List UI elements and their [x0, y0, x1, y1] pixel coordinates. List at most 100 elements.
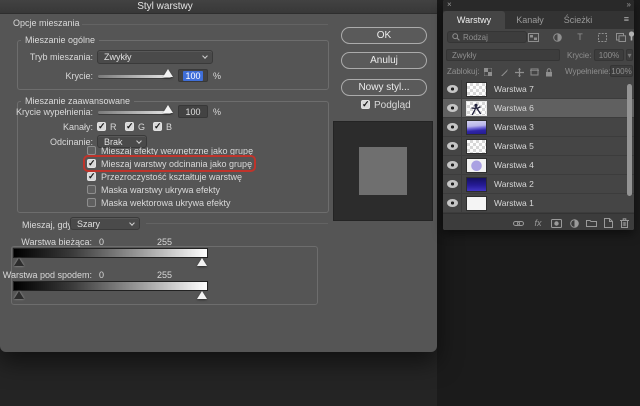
cancel-button[interactable]: Anuluj [341, 52, 427, 69]
layer-thumbnail[interactable] [466, 139, 487, 154]
blend-option-row[interactable]: Mieszaj warstwy odcinania jako grupę [85, 157, 254, 170]
layer-thumbnail[interactable] [466, 158, 487, 173]
underlying-layer-max: 255 [157, 270, 172, 280]
blend-option-row[interactable]: Maska wektorowa ukrywa efekty [85, 196, 233, 209]
panel-menu-icon[interactable]: ≡ [624, 14, 629, 24]
chevron-down-icon [202, 53, 208, 59]
chevron-down-icon [136, 138, 142, 144]
layer-visibility-toggle[interactable] [443, 175, 462, 193]
fill-opacity-slider-track[interactable] [98, 111, 171, 114]
layer-visibility-toggle[interactable] [443, 137, 462, 155]
blend-mode-select[interactable]: Zwykły [97, 50, 213, 64]
option-label: Przezroczystość kształtuje warstwę [101, 172, 242, 182]
opacity-slider-thumb[interactable] [163, 69, 173, 77]
fill-opacity-slider-thumb[interactable] [163, 105, 173, 113]
layer-row[interactable]: Warstwa 6 [443, 99, 634, 118]
filter-pixel-layers-icon[interactable] [527, 31, 539, 43]
new-layer-icon[interactable] [601, 217, 615, 229]
panel-fill-value-box[interactable]: 100% [610, 65, 633, 77]
panel-opacity-stepper[interactable]: ▾ [626, 49, 633, 61]
fill-opacity-value-field[interactable]: 100 [178, 105, 208, 118]
opacity-value-field[interactable]: 100 [178, 69, 208, 82]
search-icon [452, 33, 460, 41]
blend-mode-row: Zwykły Krycie: 100% ▾ [443, 48, 634, 64]
layer-thumbnail[interactable] [466, 177, 487, 192]
layer-visibility-toggle[interactable] [443, 118, 462, 136]
option-checkbox[interactable] [87, 146, 96, 155]
blend-option-row[interactable]: Przezroczystość kształtuje warstwę [85, 170, 244, 183]
channel-b-checkbox[interactable] [153, 122, 162, 131]
panel-opacity-value-box[interactable]: 100% [594, 49, 624, 61]
layer-row[interactable]: Warstwa 3 [443, 118, 634, 137]
layers-scrollbar[interactable] [627, 84, 632, 196]
layer-row[interactable]: Warstwa 7 [443, 80, 634, 99]
layer-thumbnail[interactable] [466, 82, 487, 97]
tab-channels[interactable]: Kanały [507, 11, 553, 29]
new-style-button[interactable]: Nowy styl... [341, 79, 427, 96]
layer-row[interactable]: Warstwa 2 [443, 175, 634, 194]
ok-button[interactable]: OK [341, 27, 427, 44]
layer-name[interactable]: Warstwa 4 [494, 160, 534, 170]
layer-name[interactable]: Warstwa 7 [494, 84, 534, 94]
layer-visibility-toggle[interactable] [443, 194, 462, 212]
layer-row[interactable]: Warstwa 5 [443, 137, 634, 156]
layer-visibility-toggle[interactable] [443, 156, 462, 174]
add-layer-mask-icon[interactable] [549, 217, 563, 229]
tab-paths[interactable]: Ścieżki [555, 11, 601, 29]
layer-thumbnail[interactable] [466, 196, 487, 211]
lock-transparency-icon[interactable] [482, 66, 494, 78]
current-layer-shadow-marker[interactable] [14, 258, 24, 266]
layer-visibility-toggle[interactable] [443, 80, 462, 98]
tab-layers[interactable]: Warstwy [443, 11, 505, 29]
panel-header: × » [443, 0, 634, 11]
layer-thumbnail[interactable] [466, 101, 487, 116]
filter-toggle-icon[interactable] [625, 30, 637, 42]
collapse-panel-icon[interactable]: » [627, 0, 630, 9]
panel-blend-mode-select[interactable]: Zwykły [446, 49, 560, 61]
close-panel-icon[interactable]: × [447, 0, 452, 9]
option-checkbox[interactable] [87, 172, 96, 181]
opacity-slider-track[interactable] [98, 75, 171, 78]
blend-option-row[interactable]: Maska warstwy ukrywa efekty [85, 183, 222, 196]
underlying-layer-gradient-slider[interactable] [13, 281, 208, 291]
channel-r-checkbox[interactable] [97, 122, 106, 131]
layer-name[interactable]: Warstwa 2 [494, 179, 534, 189]
current-layer-highlight-marker[interactable] [197, 258, 207, 266]
blending-options-heading: Opcje mieszania [13, 18, 80, 28]
layer-visibility-toggle[interactable] [443, 99, 462, 117]
layer-name[interactable]: Warstwa 1 [494, 198, 534, 208]
option-checkbox[interactable] [87, 198, 96, 207]
link-layers-icon[interactable] [511, 217, 525, 229]
layer-filter-select[interactable]: Rodzaj [447, 31, 527, 43]
new-adjustment-layer-icon[interactable] [567, 217, 581, 229]
underlying-layer-highlight-marker[interactable] [197, 291, 207, 299]
lock-position-icon[interactable] [513, 66, 525, 78]
new-group-icon[interactable] [584, 217, 598, 229]
layer-thumbnail[interactable] [466, 120, 487, 135]
layer-row[interactable]: Warstwa 4 [443, 156, 634, 175]
eye-icon [447, 104, 458, 112]
lock-row: Zablokuj: Wypełnienie: 100% [443, 64, 634, 80]
filter-adjustment-layers-icon[interactable] [551, 31, 563, 43]
layer-effects-icon[interactable]: fx [531, 217, 545, 229]
layer-row[interactable]: Warstwa 1 [443, 194, 634, 213]
layer-name[interactable]: Warstwa 6 [494, 103, 534, 113]
blend-if-select[interactable]: Szary [70, 217, 140, 230]
current-layer-gradient-slider[interactable] [13, 248, 208, 258]
layer-name[interactable]: Warstwa 3 [494, 122, 534, 132]
filter-type-layers-icon[interactable]: T [574, 31, 586, 43]
filter-shape-layers-icon[interactable] [596, 31, 608, 43]
option-checkbox[interactable] [87, 185, 96, 194]
delete-layer-icon[interactable] [617, 217, 631, 229]
layer-name[interactable]: Warstwa 5 [494, 141, 534, 151]
option-checkbox[interactable] [87, 159, 96, 168]
preview-checkbox[interactable] [361, 100, 370, 109]
channel-g-checkbox[interactable] [125, 122, 134, 131]
lock-all-icon[interactable] [543, 66, 555, 78]
layers-list: Warstwa 7 Warstwa 6 Warstwa 3 Warstwa 5 Wars… [443, 80, 634, 213]
blend-option-row[interactable]: Mieszaj efekty wewnętrzne jako grupę [85, 144, 255, 157]
lock-artboard-icon[interactable] [528, 66, 540, 78]
underlying-layer-shadow-marker[interactable] [14, 291, 24, 299]
dialog-titlebar[interactable]: Styl warstwy [0, 0, 437, 14]
lock-pixels-icon[interactable] [498, 66, 510, 78]
